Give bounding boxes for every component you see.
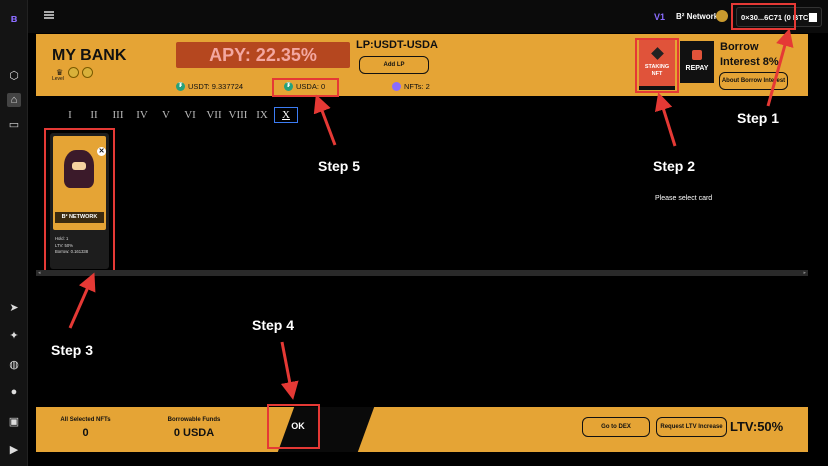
borrowable-funds-label: Borrowable Funds — [167, 417, 221, 423]
nft-value: NFTs: 2 — [404, 82, 430, 91]
repay-button[interactable]: REPAY — [680, 41, 714, 83]
step3-label: Step 3 — [51, 342, 94, 358]
tab-I[interactable]: I — [58, 107, 82, 123]
go-to-dex-button[interactable]: Go to DEX — [582, 417, 650, 437]
step1-label: Step 1 — [737, 110, 780, 126]
apy-display: APY: 22.35% — [176, 42, 350, 68]
twitter-icon[interactable]: ✦ — [7, 328, 21, 342]
repay-label: REPAY — [685, 65, 709, 72]
horizontal-scrollbar[interactable]: ◂ ▸ — [36, 270, 808, 276]
borrowable-funds-value: 0 USDA — [173, 427, 215, 439]
network-coin-icon — [716, 10, 728, 22]
scroll-right-icon[interactable]: ▸ — [803, 270, 806, 276]
bottom-bar: All Selected NFTs 0 Borrowable Funds 0 U… — [36, 407, 808, 452]
request-ltv-increase-button[interactable]: Request LTV Increase — [656, 417, 727, 437]
selected-nfts-label: All Selected NFTs — [60, 417, 111, 423]
bank-header: MY BANK ♛ Level APY: 22.35% LP:USDT-USDA… — [36, 34, 808, 96]
nft-count: NFTs: 2 — [392, 82, 430, 91]
usdt-balance: ₮ USDT: 9.337724 — [176, 82, 243, 91]
level-badge-icon — [82, 67, 93, 78]
annotation-box-step1 — [731, 3, 796, 30]
tab-VII[interactable]: VII — [202, 107, 226, 123]
tab-VIII[interactable]: VIII — [226, 107, 250, 123]
annotation-box-step2 — [635, 38, 679, 93]
tether-icon: ₮ — [176, 82, 185, 91]
page-title: MY BANK — [52, 47, 127, 64]
step2-label: Step 2 — [653, 158, 696, 174]
app-logo-icon[interactable]: ʙ — [7, 12, 21, 26]
chat-icon[interactable]: ▣ — [7, 414, 21, 428]
discord-icon[interactable]: ◍ — [7, 357, 21, 371]
arrow-step4 — [280, 341, 299, 400]
cube-icon[interactable]: ⬡ — [7, 68, 21, 82]
level-badge-icon — [68, 67, 79, 78]
lp-title: LP:USDT-USDA — [356, 39, 438, 51]
sidebar: ʙ ⬡ ⌂ ▭ ➤ ✦ ◍ ● ▣ ▶ — [0, 0, 28, 466]
bank-icon[interactable]: ⌂ — [7, 93, 21, 107]
arrow-step3 — [68, 272, 96, 329]
youtube-icon[interactable]: ▶ — [7, 442, 21, 456]
annotation-box-step4 — [267, 404, 320, 449]
tab-VI[interactable]: VI — [178, 107, 202, 123]
step5-label: Step 5 — [318, 158, 361, 174]
nft-icon — [392, 82, 401, 91]
level-label: Level — [52, 76, 64, 82]
card-icon[interactable]: ▭ — [7, 117, 21, 131]
tab-IX[interactable]: IX — [250, 107, 274, 123]
add-lp-button[interactable]: Add LP — [359, 56, 429, 74]
repay-icon — [692, 50, 702, 60]
top-bar: V1 B² Network 0×30...6C71 (0 BTC) — [28, 0, 828, 33]
scroll-left-icon[interactable]: ◂ — [38, 270, 41, 276]
select-card-message: Please select card — [655, 195, 713, 202]
about-borrow-interest-button[interactable]: About Borrow Interest — [719, 72, 788, 90]
tab-II[interactable]: II — [82, 107, 106, 123]
ltv-value: LTV:50% — [730, 419, 784, 434]
network-selector[interactable]: B² Network — [676, 12, 718, 21]
tab-III[interactable]: III — [106, 107, 130, 123]
tab-V[interactable]: V — [154, 107, 178, 123]
usdt-value: USDT: 9.337724 — [188, 82, 244, 91]
annotation-box-step3 — [44, 128, 115, 273]
borrow-interest-title: Borrow Interest 8% — [720, 41, 779, 68]
telegram-icon[interactable]: ➤ — [7, 300, 21, 314]
medium-icon[interactable]: ● — [7, 385, 21, 399]
selected-nfts-value: 0 — [82, 427, 89, 439]
version-label: V1 — [654, 12, 666, 22]
step4-label: Step 4 — [252, 317, 295, 333]
arrow-step5 — [313, 94, 337, 146]
tab-X[interactable]: X — [274, 107, 298, 123]
copy-icon[interactable] — [809, 13, 817, 22]
menu-icon[interactable] — [44, 11, 54, 19]
tier-tabs: I II III IV V VI VII VIII IX X — [58, 107, 298, 123]
tab-IV[interactable]: IV — [130, 107, 154, 123]
annotation-box-step5 — [272, 78, 339, 97]
arrow-step2 — [654, 92, 677, 147]
